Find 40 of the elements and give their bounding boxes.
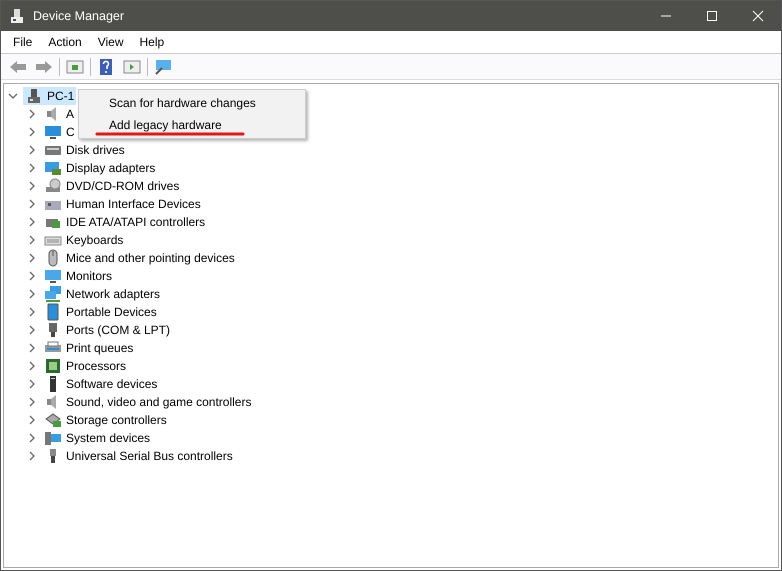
tree-item[interactable]: System devices — [42, 429, 152, 447]
tree-item[interactable]: Disk drives — [42, 141, 127, 159]
tree-item[interactable]: Storage controllers — [42, 411, 169, 429]
menu-item[interactable]: File — [5, 35, 40, 49]
tree-item[interactable]: Universal Serial Bus controllers — [42, 447, 235, 465]
tree-item[interactable]: Sound, video and game controllers — [42, 393, 254, 411]
window-title: Device Manager — [33, 9, 126, 23]
tree-item[interactable]: PC-1 — [23, 87, 76, 105]
tree-item[interactable]: Print queues — [42, 339, 136, 357]
tree-item[interactable]: Ports (COM & LPT) — [42, 321, 172, 339]
maximize-icon — [706, 10, 718, 22]
monitor-icon — [44, 123, 62, 141]
chip-icon — [44, 357, 62, 375]
menu-item[interactable]: Action — [40, 35, 90, 49]
menu-item[interactable]: Help — [132, 35, 172, 49]
context-menu-item[interactable]: Scan for hardware changes — [79, 92, 305, 114]
tree-item[interactable]: IDE ATA/ATAPI controllers — [42, 213, 208, 231]
tree-item[interactable]: A — [42, 105, 76, 123]
tree-item[interactable]: Display adapters — [42, 159, 158, 177]
tree-item[interactable]: Processors — [42, 357, 128, 375]
disc-drive-icon — [44, 177, 62, 195]
tree-item[interactable]: Network adapters — [42, 285, 162, 303]
computer-icon — [25, 87, 43, 105]
context-menu-item[interactable]: Add legacy hardware — [79, 114, 305, 136]
monitor-icon — [44, 267, 62, 285]
computer-icon — [9, 8, 25, 24]
computer-icon — [44, 429, 62, 447]
network-icon — [44, 285, 62, 303]
tree-item[interactable]: Software devices — [42, 375, 160, 393]
tree-item[interactable]: Monitors — [42, 267, 114, 285]
close-icon — [752, 10, 764, 22]
storage-card-icon — [44, 411, 62, 429]
tree-item[interactable]: DVD/CD-ROM drives — [42, 177, 182, 195]
tree-item[interactable]: Mice and other pointing devices — [42, 249, 237, 267]
tree-item[interactable]: Portable Devices — [42, 303, 159, 321]
tree-item[interactable]: C — [42, 123, 77, 141]
tree-item[interactable]: Keyboards — [42, 231, 126, 249]
menu-item[interactable]: View — [90, 35, 132, 49]
tree-item[interactable]: Human Interface Devices — [42, 195, 203, 213]
display-card-icon — [44, 159, 62, 177]
